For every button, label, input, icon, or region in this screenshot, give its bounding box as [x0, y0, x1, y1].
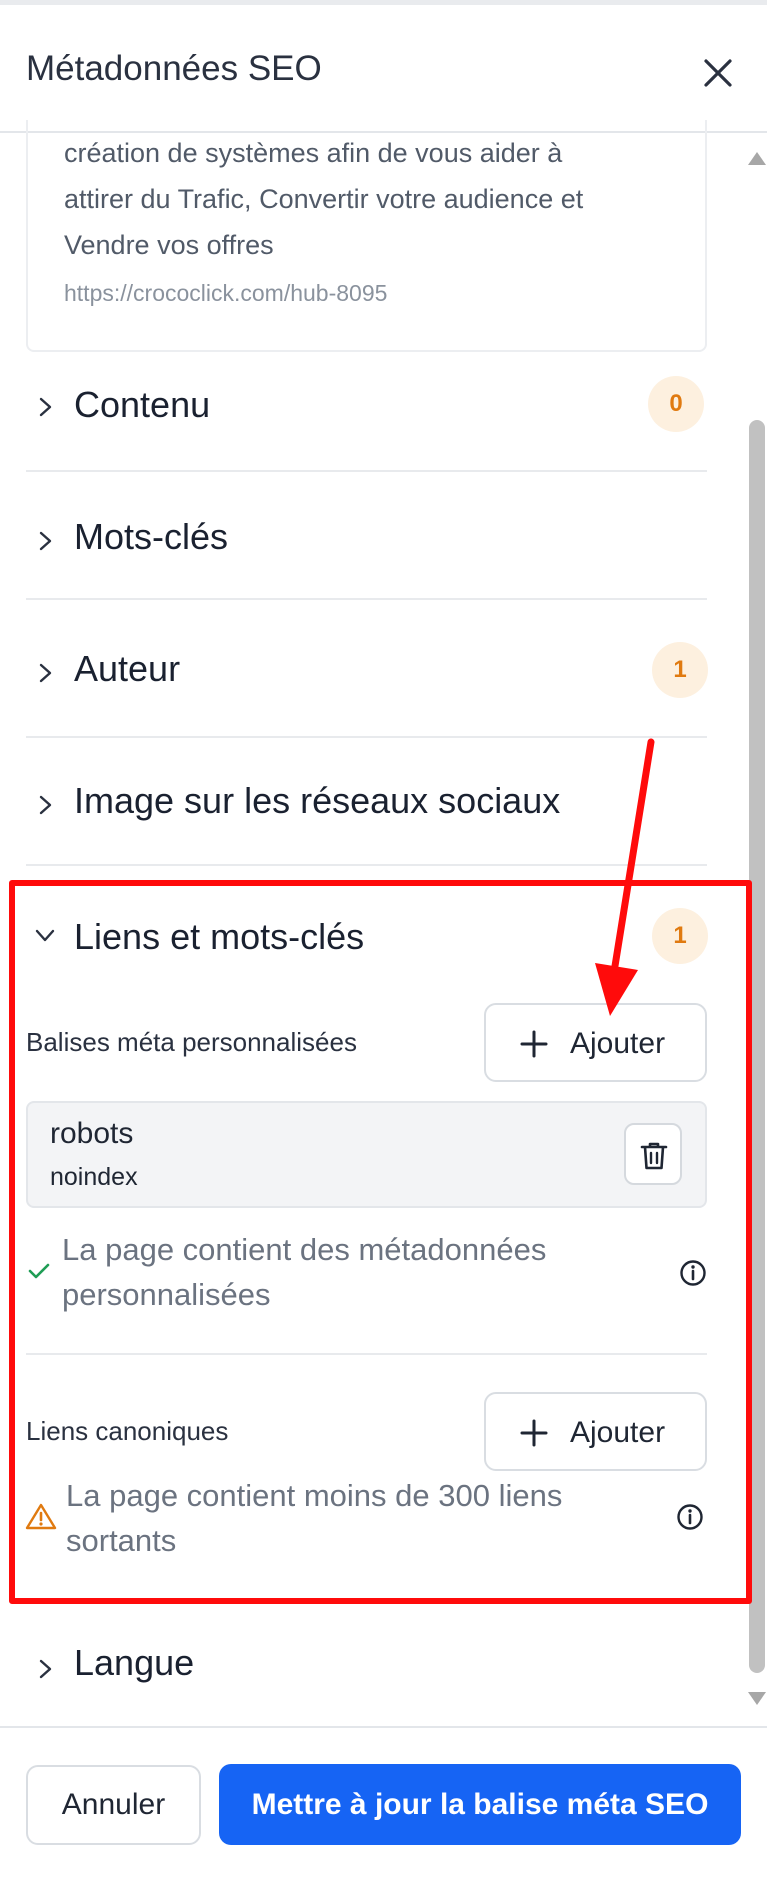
section-label: Liens et mots-clés: [74, 916, 365, 957]
meta-tag-item: robots noindex: [26, 1101, 707, 1208]
preview-description: création de systèmes afin de vous aider …: [64, 130, 684, 268]
divider: [26, 1353, 707, 1355]
search-preview-card: création de systèmes afin de vous aider …: [26, 120, 707, 352]
status-line: La page contient des métadonnées: [62, 1232, 547, 1267]
section-mots-cles[interactable]: Mots-clés: [26, 504, 707, 568]
preview-description-line: attirer du Trafic, Convertir votre audie…: [64, 184, 584, 214]
status-line: sortants: [66, 1523, 177, 1558]
chevron-right-icon: [39, 663, 52, 683]
status-line: La page contient moins de 300 liens: [66, 1478, 563, 1513]
add-canonical-link-button[interactable]: Ajouter: [484, 1392, 707, 1471]
section-contenu[interactable]: Contenu 0: [26, 372, 707, 436]
divider: [26, 470, 707, 472]
scroll-up-arrow[interactable]: [748, 152, 766, 165]
add-button-label: Ajouter: [570, 1416, 666, 1449]
canonical-status-text: La page contient moins de 300 liens sort…: [66, 1473, 626, 1563]
section-langue[interactable]: Langue: [26, 1632, 707, 1696]
meta-tag-value: noindex: [50, 1163, 138, 1191]
canonical-links-label: Liens canoniques: [26, 1416, 229, 1446]
section-auteur[interactable]: Auteur 1: [26, 636, 708, 700]
chevron-right-icon: [39, 1659, 52, 1679]
cancel-button[interactable]: Annuler: [26, 1765, 201, 1845]
update-seo-meta-button[interactable]: Mettre à jour la balise méta SEO: [219, 1764, 741, 1845]
section-label: Mots-clés: [74, 516, 229, 557]
status-line: personnalisées: [62, 1277, 271, 1312]
check-icon: [28, 1263, 50, 1279]
section-label: Langue: [74, 1642, 195, 1683]
divider: [26, 598, 707, 600]
preview-url: https://crococlick.com/hub-8095: [64, 280, 388, 306]
issue-count-badge: 1: [652, 908, 708, 964]
trash-icon: [640, 1142, 668, 1170]
panel-header: Métadonnées SEO: [0, 5, 767, 133]
scroll-down-arrow[interactable]: [748, 1692, 766, 1705]
info-icon[interactable]: [676, 1503, 704, 1531]
section-label: Contenu: [74, 384, 211, 425]
panel-title: Métadonnées SEO: [26, 49, 322, 88]
section-label: Image sur les réseaux sociaux: [74, 780, 561, 821]
meta-status-text: La page contient des métadonnées personn…: [62, 1227, 622, 1317]
meta-tags-label: Balises méta personnalisées: [26, 1027, 357, 1057]
chevron-right-icon: [39, 795, 52, 815]
issue-count-badge: 1: [652, 642, 708, 698]
plus-icon: [520, 1030, 548, 1058]
chevron-right-icon: [39, 397, 52, 417]
add-button-label: Ajouter: [570, 1027, 666, 1060]
delete-meta-tag-button[interactable]: [624, 1123, 682, 1185]
panel-footer: Annuler Mettre à jour la balise méta SEO: [0, 1726, 767, 1887]
issue-count-badge: 0: [648, 376, 704, 432]
preview-description-line: création de systèmes afin de vous aider …: [64, 138, 563, 168]
warning-icon: [25, 1503, 57, 1530]
meta-tag-name: robots: [50, 1117, 134, 1150]
chevron-down-icon: [35, 929, 55, 942]
annotation-arrow: [595, 738, 655, 1016]
plus-icon: [520, 1419, 548, 1447]
chevron-right-icon: [39, 531, 52, 551]
preview-description-line: Vendre vos offres: [64, 230, 274, 260]
close-button[interactable]: [696, 51, 740, 95]
section-label: Auteur: [74, 648, 181, 689]
close-icon: [704, 59, 732, 87]
info-icon[interactable]: [679, 1259, 707, 1287]
